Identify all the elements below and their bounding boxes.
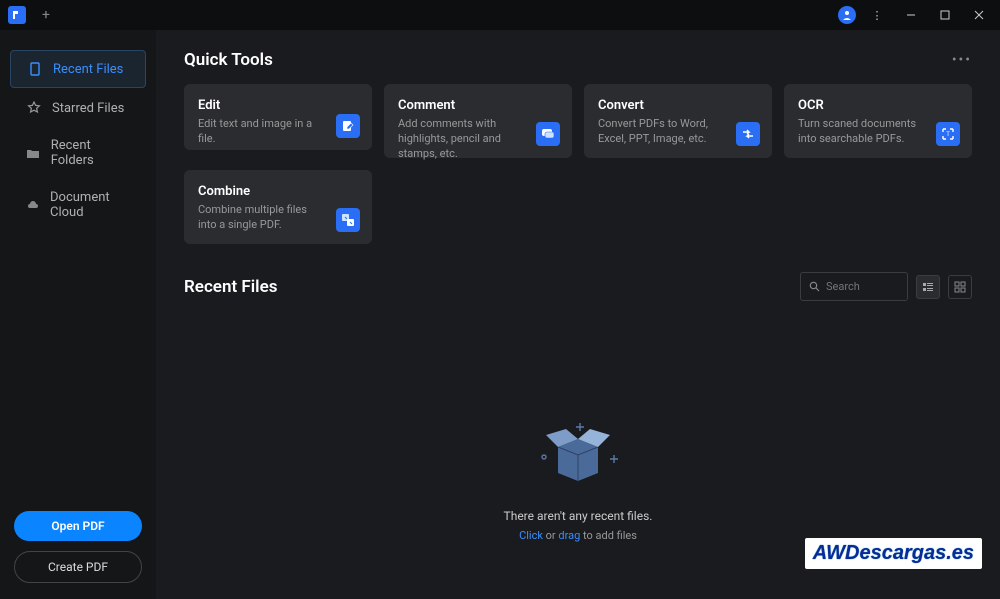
sidebar-item-label: Recent Files bbox=[53, 62, 123, 77]
tool-card-comment[interactable]: Comment Add comments with highlights, pe… bbox=[384, 84, 572, 158]
sidebar-item-label: Recent Folders bbox=[51, 138, 130, 168]
star-icon bbox=[26, 100, 42, 116]
tool-desc: Edit text and image in a file. bbox=[198, 117, 328, 147]
tool-card-ocr[interactable]: OCR Turn scaned documents into searchabl… bbox=[784, 84, 972, 158]
sidebar-item-recent-files[interactable]: Recent Files bbox=[10, 50, 146, 88]
tool-desc: Convert PDFs to Word, Excel, PPT, Image,… bbox=[598, 117, 728, 147]
sidebar-item-document-cloud[interactable]: Document Cloud bbox=[10, 180, 146, 230]
file-icon bbox=[27, 61, 43, 77]
empty-title: There aren't any recent files. bbox=[504, 509, 653, 523]
recent-files-title: Recent Files bbox=[184, 277, 277, 297]
tool-desc: Combine multiple files into a single PDF… bbox=[198, 203, 328, 233]
app-logo bbox=[8, 6, 26, 24]
user-avatar[interactable] bbox=[838, 6, 856, 24]
sidebar-item-recent-folders[interactable]: Recent Folders bbox=[10, 128, 146, 178]
combine-icon bbox=[336, 208, 360, 232]
empty-box-icon bbox=[518, 411, 638, 491]
tool-desc: Turn scaned documents into searchable PD… bbox=[798, 117, 928, 147]
search-input-container[interactable] bbox=[800, 272, 908, 301]
comment-icon bbox=[536, 122, 560, 146]
tool-title: Convert bbox=[598, 98, 758, 113]
convert-icon bbox=[736, 122, 760, 146]
tool-card-convert[interactable]: Convert Convert PDFs to Word, Excel, PPT… bbox=[584, 84, 772, 158]
close-button[interactable] bbox=[966, 5, 992, 25]
kebab-menu-icon[interactable]: ⋮ bbox=[864, 5, 890, 25]
tool-title: Combine bbox=[198, 184, 358, 199]
ocr-icon: T bbox=[936, 122, 960, 146]
sidebar-item-label: Starred Files bbox=[52, 101, 124, 116]
sidebar-item-starred-files[interactable]: Starred Files bbox=[10, 90, 146, 126]
tool-title: Edit bbox=[198, 98, 358, 113]
empty-subtitle: Click or drag to add files bbox=[519, 529, 637, 542]
tool-card-combine[interactable]: Combine Combine multiple files into a si… bbox=[184, 170, 372, 244]
folder-icon bbox=[26, 145, 41, 161]
tool-title: OCR bbox=[798, 98, 958, 113]
watermark: AWDescargas.es bbox=[805, 538, 982, 569]
grid-view-button[interactable] bbox=[948, 275, 972, 299]
titlebar: + ⋮ bbox=[0, 0, 1000, 30]
open-pdf-button[interactable]: Open PDF bbox=[14, 511, 142, 541]
drag-link[interactable]: drag bbox=[558, 529, 580, 542]
sidebar: Recent Files Starred Files Recent Folder… bbox=[0, 30, 156, 599]
search-icon bbox=[809, 277, 820, 296]
tool-title: Comment bbox=[398, 98, 558, 113]
quick-tools-title: Quick Tools bbox=[184, 50, 273, 70]
create-pdf-button[interactable]: Create PDF bbox=[14, 551, 142, 583]
maximize-button[interactable] bbox=[932, 5, 958, 25]
new-tab-button[interactable]: + bbox=[36, 5, 56, 25]
edit-icon bbox=[336, 114, 360, 138]
tool-desc: Add comments with highlights, pencil and… bbox=[398, 117, 528, 162]
click-link[interactable]: Click bbox=[519, 529, 543, 542]
list-view-button[interactable] bbox=[916, 275, 940, 299]
svg-text:T: T bbox=[946, 131, 950, 138]
more-icon[interactable]: ••• bbox=[952, 52, 972, 68]
main-content: Quick Tools ••• Edit Edit text and image… bbox=[156, 30, 1000, 599]
empty-state: There aren't any recent files. Click or … bbox=[184, 411, 972, 542]
sidebar-item-label: Document Cloud bbox=[50, 190, 130, 220]
search-input[interactable] bbox=[826, 280, 896, 293]
cloud-icon bbox=[26, 197, 40, 213]
tool-card-edit[interactable]: Edit Edit text and image in a file. bbox=[184, 84, 372, 150]
minimize-button[interactable] bbox=[898, 5, 924, 25]
quick-tools-grid: Edit Edit text and image in a file. Comm… bbox=[184, 84, 972, 244]
